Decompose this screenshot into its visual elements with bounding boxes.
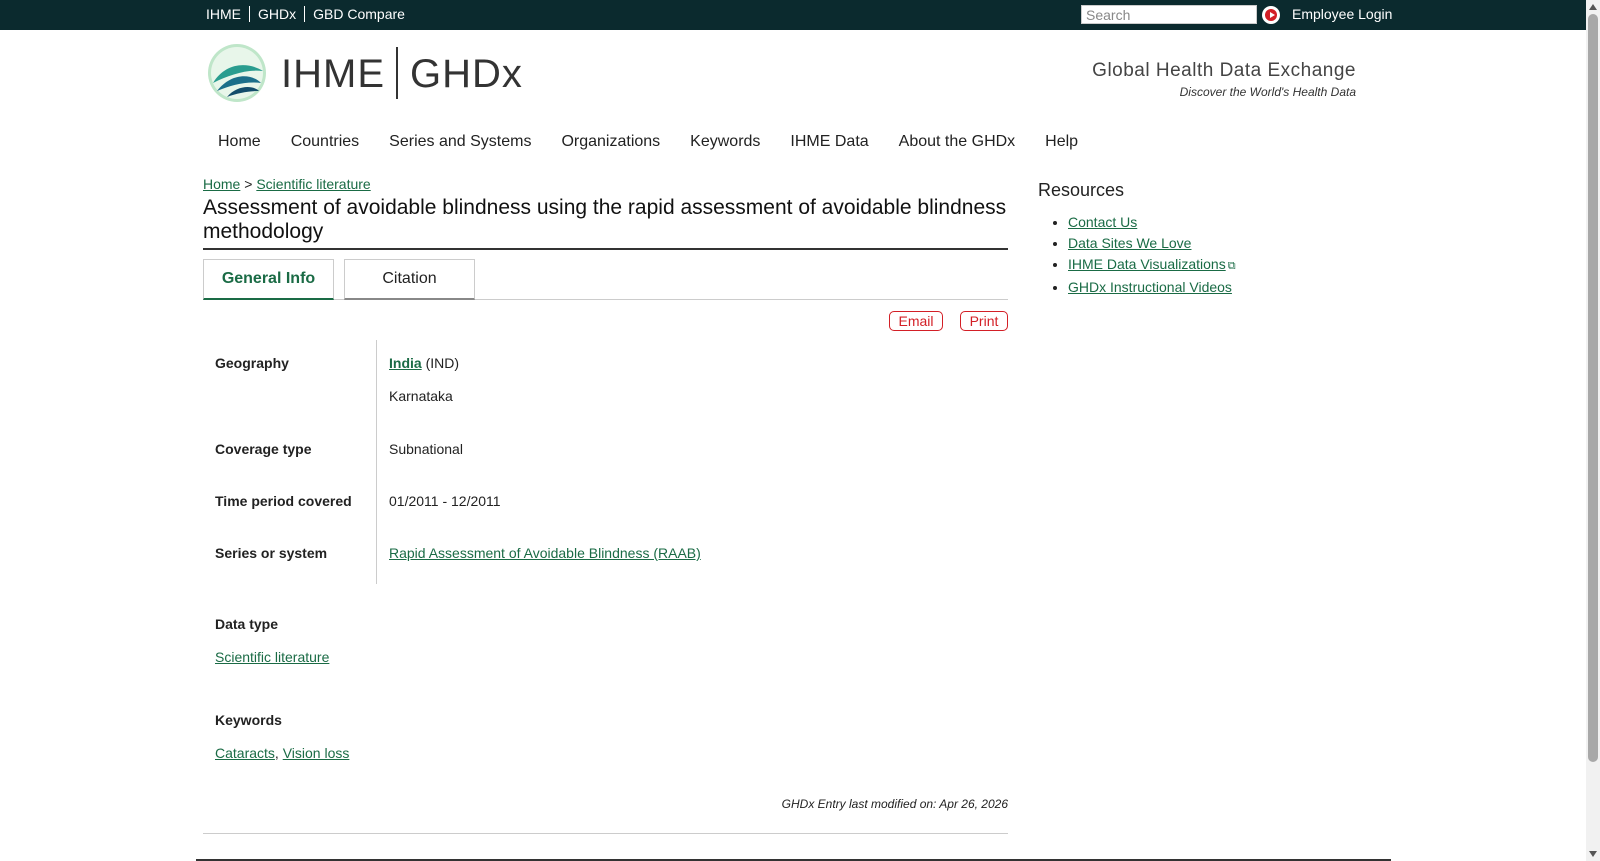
- keyword-link-cataracts[interactable]: Cataracts: [215, 745, 275, 761]
- field-label-geography: Geography: [215, 355, 289, 371]
- nav-item-series-and-systems[interactable]: Series and Systems: [389, 133, 531, 151]
- list-item: GHDx Instructional Videos: [1068, 279, 1236, 295]
- field-label-coverage-type: Coverage type: [215, 441, 312, 457]
- geography-country-link[interactable]: India: [389, 355, 422, 371]
- data-type-value: Scientific literature: [215, 649, 329, 665]
- breadcrumb: Home > Scientific literature: [203, 176, 371, 192]
- logo-ghdx-text[interactable]: GHDx: [410, 52, 523, 97]
- scroll-up-icon[interactable]: [1589, 4, 1597, 10]
- keyword-link-vision-loss[interactable]: Vision loss: [283, 745, 350, 761]
- search-input[interactable]: [1081, 5, 1257, 24]
- employee-login-link[interactable]: Employee Login: [1292, 6, 1392, 22]
- data-type-link[interactable]: Scientific literature: [215, 649, 329, 665]
- tab-general-info[interactable]: General Info: [203, 259, 334, 300]
- field-value-series: Rapid Assessment of Avoidable Blindness …: [389, 545, 701, 561]
- main-nav: Home Countries Series and Systems Organi…: [218, 133, 1108, 151]
- resource-link-instructional-videos[interactable]: GHDx Instructional Videos: [1068, 279, 1232, 295]
- nav-item-organizations[interactable]: Organizations: [561, 133, 660, 151]
- resource-link-data-sites[interactable]: Data Sites We Love: [1068, 235, 1191, 251]
- nav-item-keywords[interactable]: Keywords: [690, 133, 760, 151]
- email-button[interactable]: Email: [889, 311, 943, 331]
- tagline-sub: Discover the World's Health Data: [1179, 85, 1356, 99]
- page-scrollbar[interactable]: [1586, 0, 1600, 861]
- geography-country-code: (IND): [425, 355, 459, 371]
- nav-item-about-the-ghdx[interactable]: About the GHDx: [899, 133, 1016, 151]
- field-value-coverage-type: Subnational: [389, 441, 463, 457]
- field-value-geography: India (IND): [389, 355, 459, 371]
- ihme-logo-icon[interactable]: [207, 43, 267, 103]
- top-link-gbd-compare[interactable]: GBD Compare: [304, 6, 413, 22]
- list-item: Data Sites We Love: [1068, 235, 1236, 251]
- field-label-time-period: Time period covered: [215, 493, 352, 509]
- last-modified: GHDx Entry last modified on: Apr 26, 202…: [781, 797, 1008, 811]
- logo-divider: [396, 47, 398, 99]
- tab-bar: General Info Citation: [203, 259, 1008, 300]
- top-links: IHME GHDx GBD Compare: [206, 6, 413, 22]
- field-value-time-period: 01/2011 - 12/2011: [389, 493, 501, 509]
- page-title: Assessment of avoidable blindness using …: [203, 196, 1008, 250]
- top-link-ghdx[interactable]: GHDx: [249, 6, 304, 22]
- top-link-ihme[interactable]: IHME: [206, 6, 249, 22]
- tab-citation[interactable]: Citation: [344, 259, 475, 300]
- resource-link-contact-us[interactable]: Contact Us: [1068, 214, 1137, 230]
- breadcrumb-home[interactable]: Home: [203, 176, 240, 192]
- logo-ihme-text[interactable]: IHME: [281, 52, 385, 97]
- resources-list: Contact Us Data Sites We Love IHME Data …: [1068, 214, 1236, 300]
- list-item: IHME Data Visualizations⧉: [1068, 256, 1236, 274]
- nav-item-countries[interactable]: Countries: [291, 133, 359, 151]
- scroll-down-icon[interactable]: [1589, 851, 1597, 857]
- breadcrumb-scientific-literature[interactable]: Scientific literature: [256, 176, 370, 192]
- nav-item-home[interactable]: Home: [218, 133, 261, 151]
- nav-item-ihme-data[interactable]: IHME Data: [790, 133, 868, 151]
- top-bar: IHME GHDx GBD Compare Employee Login: [0, 0, 1586, 30]
- list-item: Contact Us: [1068, 214, 1236, 230]
- nav-item-help[interactable]: Help: [1045, 133, 1078, 151]
- content-divider: [203, 833, 1008, 834]
- external-link-icon: ⧉: [1227, 260, 1236, 272]
- data-type-label: Data type: [215, 616, 279, 632]
- search-go-icon[interactable]: [1262, 6, 1280, 24]
- field-label-series: Series or system: [215, 545, 328, 561]
- field-divider: [376, 340, 377, 584]
- tagline-main: Global Health Data Exchange: [1092, 60, 1356, 81]
- series-link[interactable]: Rapid Assessment of Avoidable Blindness …: [389, 545, 701, 561]
- breadcrumb-separator: >: [244, 176, 253, 192]
- keywords-value: Cataracts, Vision loss: [215, 745, 349, 761]
- resource-link-ihme-data-visualizations[interactable]: IHME Data Visualizations: [1068, 256, 1226, 272]
- resources-title: Resources: [1038, 180, 1125, 200]
- scrollbar-thumb[interactable]: [1588, 14, 1598, 762]
- keyword-separator: ,: [274, 745, 279, 761]
- print-button[interactable]: Print: [960, 311, 1008, 331]
- field-value-region: Karnataka: [389, 388, 453, 404]
- keywords-label: Keywords: [215, 712, 282, 728]
